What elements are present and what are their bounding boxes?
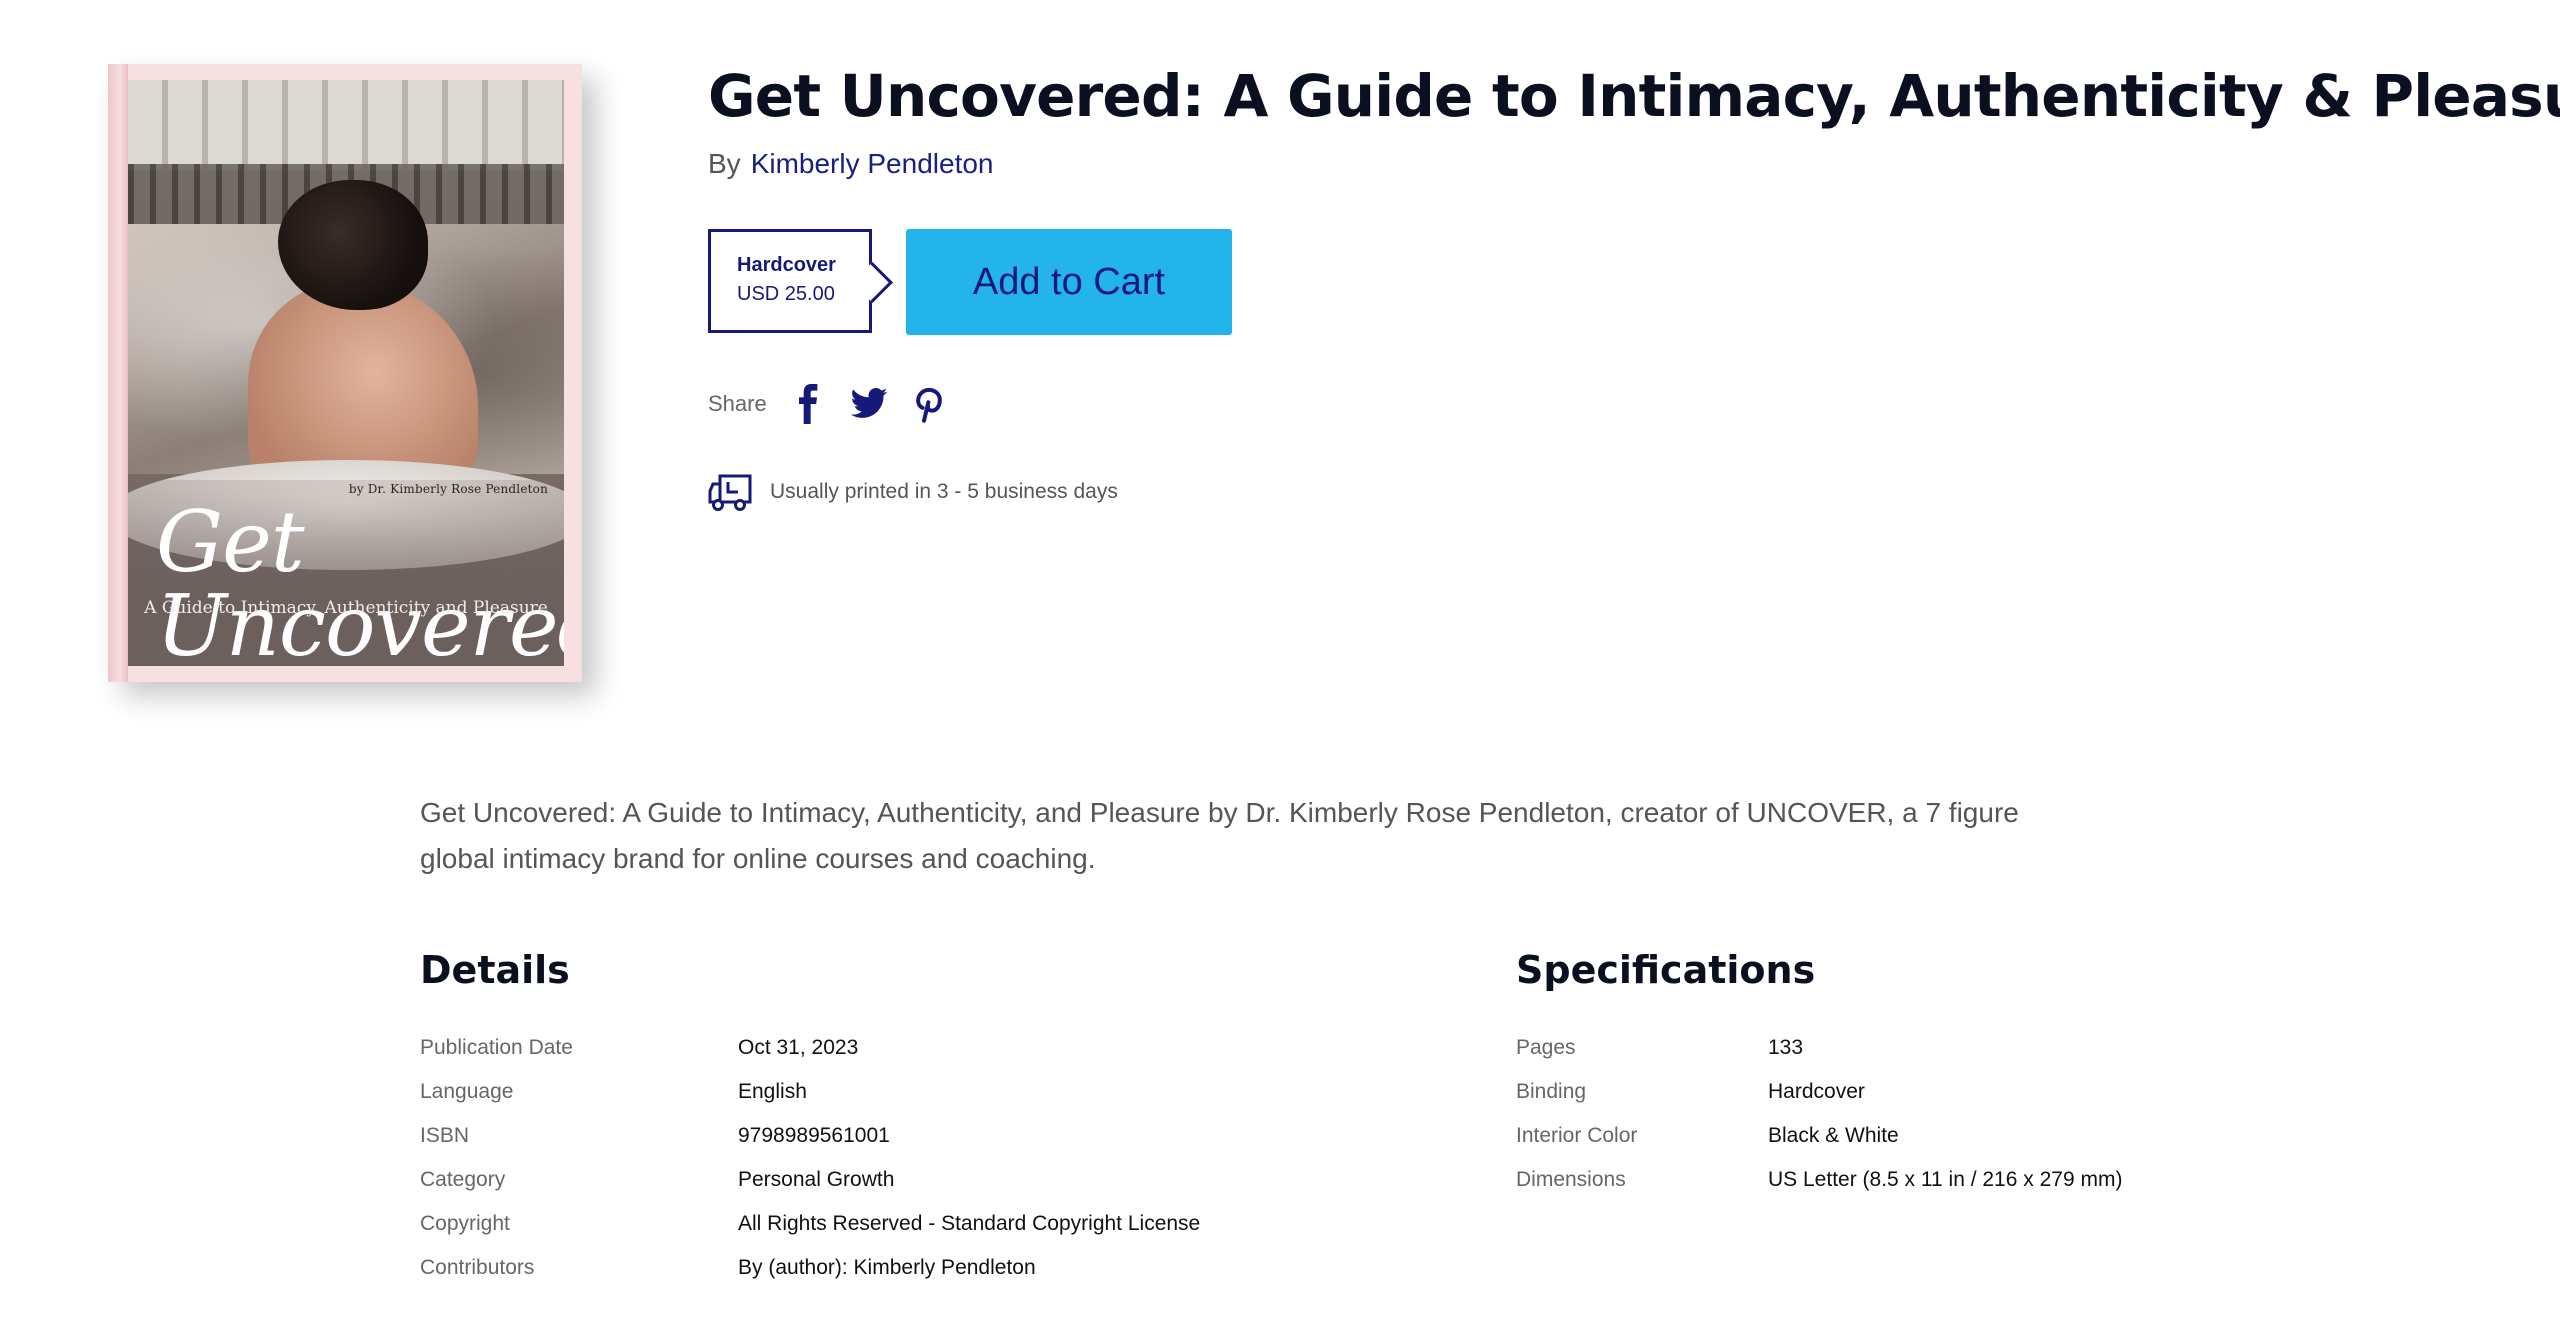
format-price: USD 25.00: [737, 283, 835, 305]
detail-value: Oct 31, 2023: [738, 1036, 859, 1059]
details-row: Language English: [420, 1070, 1200, 1114]
share-bar: Share: [708, 380, 969, 428]
spec-value: Black & White: [1768, 1124, 1899, 1147]
spec-label: Pages: [1516, 1036, 1576, 1059]
details-heading: Details: [420, 948, 570, 992]
add-to-cart-button[interactable]: Add to Cart: [906, 229, 1232, 335]
shipping-info: Usually printed in 3 - 5 business days: [708, 468, 1118, 516]
page-title: Get Uncovered: A Guide to Intimacy, Auth…: [708, 62, 2560, 130]
by-label: By: [708, 148, 741, 179]
details-row: Copyright All Rights Reserved - Standard…: [420, 1202, 1200, 1246]
detail-label: Language: [420, 1080, 514, 1103]
cover-byline: by Dr. Kimberly Rose Pendleton: [348, 482, 548, 496]
spec-label: Dimensions: [1516, 1168, 1626, 1191]
details-table: Publication Date Oct 31, 2023 Language E…: [420, 1026, 1200, 1290]
detail-value: 9798989561001: [738, 1124, 890, 1147]
product-page: by Dr. Kimberly Rose Pendleton Get Uncov…: [0, 0, 2560, 1340]
shipping-text: Usually printed in 3 - 5 business days: [770, 480, 1118, 503]
delivery-truck-icon: [708, 470, 754, 514]
details-row: ISBN 9798989561001: [420, 1114, 1200, 1158]
detail-value: By (author): Kimberly Pendleton: [738, 1256, 1036, 1279]
twitter-icon[interactable]: [849, 382, 889, 426]
facebook-icon[interactable]: [789, 382, 829, 426]
spec-row: Dimensions US Letter (8.5 x 11 in / 216 …: [1516, 1158, 2122, 1202]
detail-label: Publication Date: [420, 1036, 573, 1059]
spec-value: Hardcover: [1768, 1080, 1865, 1103]
byline: By Kimberly Pendleton: [708, 148, 994, 180]
cover-subtitle: A Guide to Intimacy, Authenticity and Pl…: [144, 598, 548, 618]
spec-row: Interior Color Black & White: [1516, 1114, 2122, 1158]
spec-row: Binding Hardcover: [1516, 1070, 2122, 1114]
spec-value: US Letter (8.5 x 11 in / 216 x 279 mm): [1768, 1168, 2123, 1191]
spec-row: Pages 133: [1516, 1026, 2122, 1070]
format-option-hardcover[interactable]: Hardcover USD 25.00: [708, 229, 872, 333]
detail-label: ISBN: [420, 1124, 470, 1147]
detail-label: Contributors: [420, 1256, 535, 1279]
share-label: Share: [708, 391, 767, 416]
detail-label: Category: [420, 1168, 506, 1191]
detail-value: English: [738, 1080, 807, 1103]
spec-label: Binding: [1516, 1080, 1587, 1103]
specifications-heading: Specifications: [1516, 948, 1816, 992]
details-row: Contributors By (author): Kimberly Pendl…: [420, 1246, 1200, 1290]
spec-label: Interior Color: [1516, 1124, 1638, 1147]
format-name: Hardcover: [737, 254, 836, 276]
cover-photo: by Dr. Kimberly Rose Pendleton Get Uncov…: [128, 80, 564, 666]
spec-value: 133: [1768, 1036, 1804, 1059]
author-link[interactable]: Kimberly Pendleton: [751, 148, 994, 179]
detail-value: All Rights Reserved - Standard Copyright…: [738, 1212, 1201, 1235]
pinterest-icon[interactable]: [909, 382, 949, 426]
specifications-table: Pages 133 Binding Hardcover Interior Col…: [1516, 1026, 2122, 1202]
cover-spine: [108, 64, 128, 682]
book-cover-image: by Dr. Kimberly Rose Pendleton Get Uncov…: [108, 64, 582, 682]
detail-label: Copyright: [420, 1212, 510, 1235]
book-description: Get Uncovered: A Guide to Intimacy, Auth…: [420, 797, 2019, 874]
cover-title: Get Uncovered: [156, 493, 564, 666]
detail-value: Personal Growth: [738, 1168, 895, 1191]
details-row: Category Personal Growth: [420, 1158, 1200, 1202]
details-row: Publication Date Oct 31, 2023: [420, 1026, 1200, 1070]
